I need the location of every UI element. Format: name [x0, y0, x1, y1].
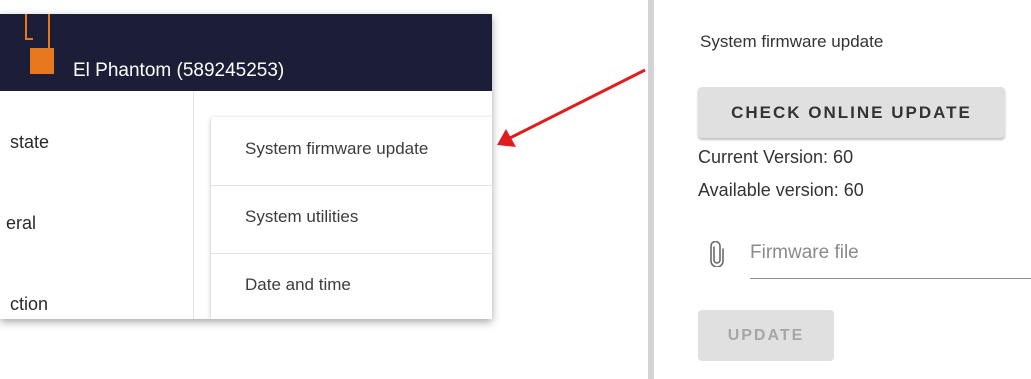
sidebar-item-state[interactable]: state [0, 127, 193, 157]
sidebar-item-general[interactable]: eral [0, 208, 193, 238]
menu-item-date-time[interactable]: Date and time [211, 253, 492, 319]
menu-item-label: System firmware update [245, 139, 429, 158]
current-version-text: Current Version: 60 [698, 147, 854, 167]
menu-item-label: Date and time [245, 275, 351, 294]
available-version-text: Available version: 60 [698, 180, 864, 200]
left-screenshot-panel: El Phantom (589245253) state eral ction … [0, 14, 492, 319]
menu-item-system-utilities[interactable]: System utilities [211, 185, 492, 254]
sidebar-item-connection[interactable]: ction [0, 289, 193, 319]
system-menu-card: System firmware update System utilities … [211, 117, 492, 319]
check-online-update-button[interactable]: CHECK ONLINE UPDATE [698, 87, 1005, 138]
firmware-section-title: System firmware update [700, 32, 884, 51]
file-field-underline [750, 278, 1031, 279]
antenna-device-icon [25, 14, 54, 74]
firmware-file-placeholder: Firmware file [750, 242, 859, 263]
device-title: El Phantom (589245253) [73, 60, 285, 81]
sidebar-item-label: ction [10, 294, 49, 314]
arrow-head [497, 129, 516, 147]
menu-item-firmware-update[interactable]: System firmware update [211, 117, 492, 186]
sidebar: state eral ction [0, 91, 194, 319]
firmware-file-field[interactable]: Firmware file [698, 230, 1031, 280]
app-header: El Phantom (589245253) [0, 14, 492, 91]
menu-item-label: System utilities [245, 207, 359, 226]
sidebar-item-label: state [10, 132, 50, 152]
content-area: System firmware update System utilities … [194, 91, 492, 319]
firmware-update-panel: System firmware update CHECK ONLINE UPDA… [648, 0, 1031, 379]
update-button[interactable]: UPDATE [698, 310, 834, 361]
sidebar-item-label: eral [6, 213, 37, 233]
paperclip-icon [710, 241, 724, 267]
arrow-shaft [509, 68, 646, 140]
